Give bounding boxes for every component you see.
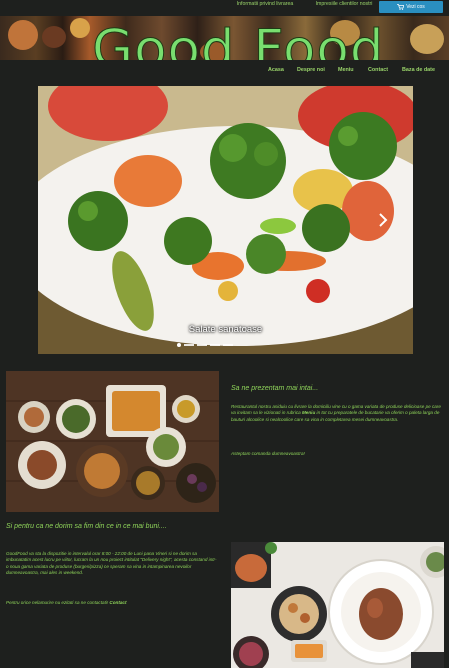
carousel-indicator[interactable]: [210, 344, 220, 346]
cart-icon: [397, 4, 405, 10]
contact-link[interactable]: Contact: [109, 600, 126, 605]
about-paragraph: Restaurantul nostru asiduiu cu livrare l…: [231, 404, 442, 423]
carousel-indicator[interactable]: [184, 344, 194, 346]
nav-item-contact[interactable]: Contact: [368, 67, 388, 73]
restaurant-dishes-image: [231, 542, 444, 668]
nav-item-meniu[interactable]: Meniu: [338, 67, 354, 73]
dishes-table-image: [6, 371, 219, 512]
banner-food-image: [70, 18, 90, 38]
mission-paragraph: GoodFood va sta la dispozitie in interva…: [6, 551, 217, 575]
hero-carousel[interactable]: Salate sanatoase: [38, 86, 413, 354]
banner-food-image: [42, 26, 66, 48]
nav-item-despre-noi[interactable]: Despre noi: [297, 67, 325, 73]
about-closing: Asteptam comanda dumneavoastra!: [231, 451, 305, 456]
banner-food-image: [8, 20, 38, 50]
banner-food-image: [410, 24, 444, 54]
cart-button[interactable]: Vezi cos: [379, 1, 443, 13]
nav-item-baza-de-date[interactable]: Baza de date: [402, 67, 435, 73]
mission-title: Si pentru ca ne dorim sa fim din ce in c…: [6, 523, 167, 530]
carousel-indicator[interactable]: [223, 344, 233, 346]
cart-label: Vezi cos: [406, 4, 425, 10]
dishes-table-photo: [6, 371, 219, 512]
header-banner: Good Food: [0, 16, 449, 60]
site-logo[interactable]: Good Food: [92, 19, 385, 60]
nav-item-acasa[interactable]: Acasa: [268, 67, 284, 73]
carousel-indicator[interactable]: [197, 344, 207, 346]
about-title: Sa ne prezentam mai intai...: [231, 385, 319, 392]
menu-link[interactable]: Meniu: [302, 410, 315, 415]
link-customer-reviews[interactable]: Impresiile clientilor nostri: [314, 1, 374, 8]
link-delivery-info[interactable]: Informatii privind livrarea: [225, 1, 305, 8]
chevron-right-icon[interactable]: [378, 213, 388, 227]
top-bar: Informatii privind livrarea Impresiile c…: [0, 0, 449, 16]
carousel-indicator[interactable]: [177, 343, 181, 347]
salad-photo: [38, 86, 413, 354]
contact-paragraph: Pentru orice nelamurire nu ezitati sa ne…: [6, 600, 219, 606]
contact-text: Pentru orice nelamurire nu ezitati sa ne…: [6, 600, 110, 605]
carousel-caption: Salate sanatoase: [188, 324, 263, 335]
carousel-indicators: [177, 342, 233, 348]
restaurant-dishes-photo: [231, 542, 444, 668]
